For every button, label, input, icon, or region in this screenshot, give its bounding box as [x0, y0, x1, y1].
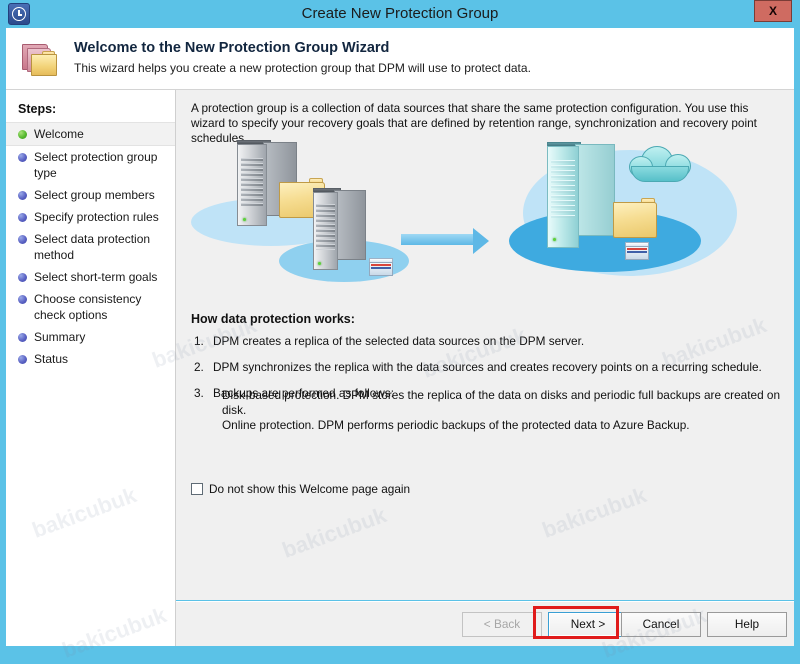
cloud-icon — [629, 146, 691, 182]
step-status-dot — [18, 295, 27, 304]
step-status-dot — [18, 273, 27, 282]
steps-heading: Steps: — [18, 102, 56, 116]
online-protection-text: Online protection. DPM performs periodic… — [222, 418, 782, 433]
sidebar-step-select-group-members[interactable]: Select group members — [6, 184, 175, 206]
step-status-dot — [18, 235, 27, 244]
steps-list: Welcome Select protection group type Sel… — [6, 122, 175, 370]
sync-arrow-shaft — [401, 234, 473, 245]
how-item-number: 2. — [194, 360, 204, 375]
data-folder-2 — [613, 198, 657, 238]
sidebar-step-specify-protection-rules[interactable]: Specify protection rules — [6, 206, 175, 228]
step-status-dot — [18, 153, 27, 162]
how-item-number: 3. — [194, 386, 204, 401]
how-it-works-heading: How data protection works: — [191, 312, 355, 326]
step-status-dot — [18, 213, 27, 222]
help-button[interactable]: Help — [707, 612, 787, 637]
how-item-text: DPM synchronizes the replica with the da… — [213, 360, 762, 374]
step-label: Welcome — [34, 127, 84, 141]
wizard-footer: < Back Next > Cancel Help — [176, 601, 794, 646]
step-status-dot — [18, 130, 27, 139]
sidebar-step-select-data-protection-method[interactable]: Select data protection method — [6, 228, 175, 266]
step-status-dot — [18, 191, 27, 200]
sidebar-step-summary[interactable]: Summary — [6, 326, 175, 348]
title-bar: Create New Protection Group X — [0, 0, 800, 28]
step-label: Select group members — [34, 188, 155, 202]
disk-based-protection-text: Disk-based protection. DPM stores the re… — [222, 388, 782, 418]
protection-diagram — [191, 140, 761, 310]
step-label: Status — [34, 352, 68, 366]
tape-box-1 — [369, 258, 393, 276]
sidebar-step-select-protection-group-type[interactable]: Select protection group type — [6, 146, 175, 184]
next-button[interactable]: Next > — [548, 612, 628, 637]
window-title: Create New Protection Group — [0, 0, 800, 28]
sidebar-step-choose-consistency-check-options[interactable]: Choose consistency check options — [6, 288, 175, 326]
do-not-show-welcome-checkbox[interactable] — [191, 483, 203, 495]
step-label: Select data protection method — [34, 232, 150, 262]
folders-icon — [20, 42, 64, 80]
wizard-window: Create New Protection Group X Welcome to… — [0, 0, 800, 656]
how-it-works-details: Disk-based protection. DPM stores the re… — [222, 388, 782, 433]
step-status-dot — [18, 333, 27, 342]
cancel-button[interactable]: Cancel — [621, 612, 701, 637]
how-item-text: DPM creates a replica of the selected da… — [213, 334, 584, 348]
sidebar-step-select-short-term-goals[interactable]: Select short-term goals — [6, 266, 175, 288]
wizard-header: Welcome to the New Protection Group Wiza… — [6, 28, 794, 90]
back-button[interactable]: < Back — [462, 612, 542, 637]
step-label: Summary — [34, 330, 85, 344]
tape-box-2 — [625, 242, 649, 260]
page-subtitle: This wizard helps you create a new prote… — [74, 61, 531, 75]
sync-arrow-head — [473, 228, 489, 254]
steps-sidebar: Steps: Welcome Select protection group t… — [6, 90, 176, 646]
step-label: Select protection group type — [34, 150, 157, 180]
sidebar-step-status[interactable]: Status — [6, 348, 175, 370]
how-item: 1. DPM creates a replica of the selected… — [191, 334, 771, 349]
close-button[interactable]: X — [754, 0, 792, 22]
how-item-number: 1. — [194, 334, 204, 349]
sidebar-step-welcome[interactable]: Welcome — [6, 122, 175, 146]
step-label: Select short-term goals — [34, 270, 157, 284]
wizard-content: A protection group is a collection of da… — [176, 90, 794, 600]
page-title: Welcome to the New Protection Group Wiza… — [74, 40, 389, 56]
do-not-show-welcome-checkbox-row[interactable]: Do not show this Welcome page again — [191, 482, 410, 496]
do-not-show-welcome-label: Do not show this Welcome page again — [209, 482, 410, 496]
step-label: Specify protection rules — [34, 210, 159, 224]
step-status-dot — [18, 355, 27, 364]
how-item: 2. DPM synchronizes the replica with the… — [191, 360, 771, 375]
step-label: Choose consistency check options — [34, 292, 141, 322]
